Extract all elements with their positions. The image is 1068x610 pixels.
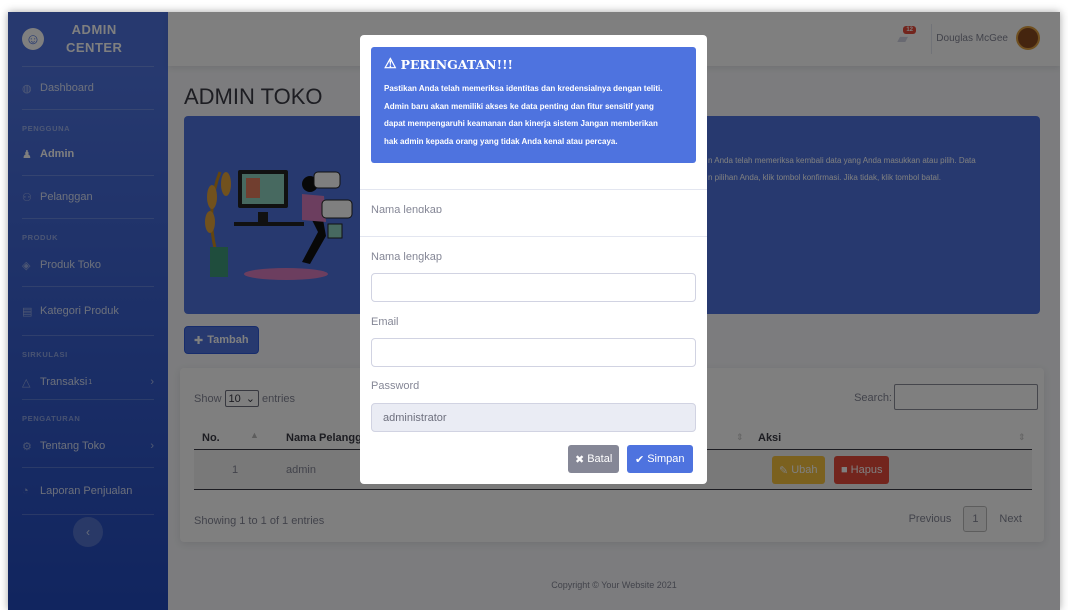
check-icon: ✔: [635, 453, 645, 466]
email-label: Email: [371, 316, 399, 328]
warning-triangle-icon: ⚠: [384, 56, 397, 72]
add-admin-modal: ⚠ PERINGATAN!!! Pastikan Anda telah meme…: [360, 35, 707, 484]
password-field[interactable]: administrator: [371, 403, 696, 432]
email-field[interactable]: [371, 338, 696, 367]
name-label: Nama lengkap: [371, 251, 442, 263]
modal-divider: [360, 236, 707, 237]
modal-divider: [360, 189, 707, 190]
app-window: ☺ ADMIN CENTER ◍ Dashboard PENGGUNA ♟ Ad…: [8, 12, 1060, 610]
password-label: Password: [371, 380, 420, 392]
cancel-button[interactable]: ✖ Batal: [568, 445, 620, 473]
close-icon: ✖: [575, 453, 585, 466]
warning-text: Pastikan Anda telah memeriksa identitas …: [384, 84, 663, 146]
warning-alert: ⚠ PERINGATAN!!! Pastikan Anda telah meme…: [371, 47, 696, 163]
save-button[interactable]: ✔ Simpan: [627, 445, 693, 473]
name-field[interactable]: [371, 273, 696, 302]
warning-title: ⚠ PERINGATAN!!!: [384, 56, 514, 72]
modal-header-title: Nama lengkap: [371, 204, 442, 213]
